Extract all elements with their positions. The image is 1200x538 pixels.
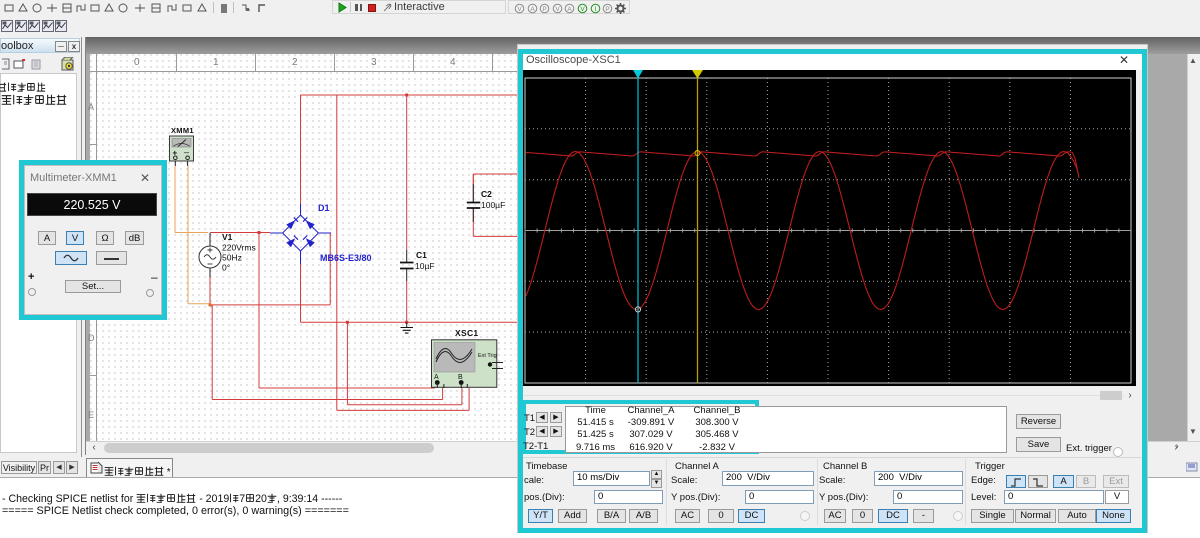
svg-text:V: V xyxy=(580,6,585,13)
svg-text:V1: V1 xyxy=(222,232,233,242)
svg-text:100µF: 100µF xyxy=(481,200,505,210)
svg-text:XSC1: XSC1 xyxy=(455,328,478,338)
svg-text:MB6S-E3/80: MB6S-E3/80 xyxy=(320,253,372,263)
svg-text:D1: D1 xyxy=(318,203,330,213)
svg-text:V: V xyxy=(517,6,522,13)
svg-text:C1: C1 xyxy=(416,250,427,260)
svg-text:V: V xyxy=(555,6,560,13)
svg-text:P: P xyxy=(542,6,546,13)
svg-text:C2: C2 xyxy=(481,189,492,199)
svg-text:10µF: 10µF xyxy=(415,261,435,271)
svg-text:220Vrms: 220Vrms xyxy=(222,243,256,253)
svg-text:A: A xyxy=(530,6,535,13)
svg-text:I: I xyxy=(595,6,597,13)
svg-text:–: – xyxy=(184,147,189,157)
svg-text:P: P xyxy=(605,6,609,13)
svg-text:A: A xyxy=(434,374,439,381)
svg-text:XMM1: XMM1 xyxy=(171,126,194,135)
svg-text:Ext Trig: Ext Trig xyxy=(478,353,497,359)
svg-text:50Hz: 50Hz xyxy=(222,253,242,263)
svg-text:B: B xyxy=(458,374,463,381)
svg-text:A: A xyxy=(567,6,572,13)
svg-text:0°: 0° xyxy=(222,263,230,273)
